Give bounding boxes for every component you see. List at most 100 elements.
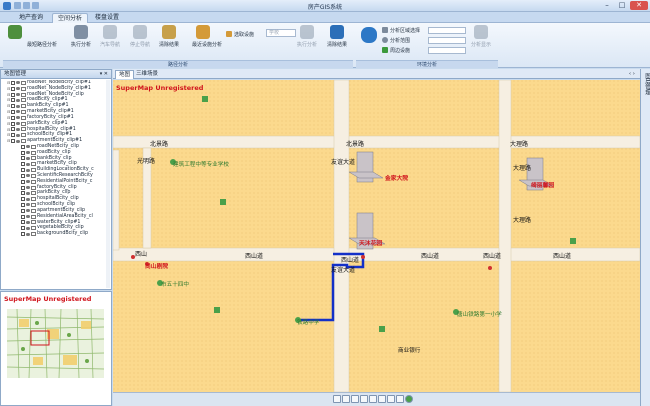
map-view[interactable]: SuperMap Unregistered 北景路 北景路 大理路 大理路 大理… [113, 80, 640, 392]
layer-checkbox[interactable] [21, 226, 25, 231]
layer-checkbox[interactable] [11, 127, 15, 132]
overview-map[interactable] [7, 309, 104, 378]
full-extent-icon[interactable] [369, 395, 377, 403]
layer-row[interactable]: backgroundBcity_clip [3, 231, 111, 237]
visibility-icon[interactable] [16, 122, 20, 126]
layer-checkbox[interactable] [21, 162, 25, 167]
layer-type-icon [21, 121, 26, 126]
map-watermark: SuperMap Unregistered [116, 84, 204, 92]
visibility-icon[interactable] [26, 232, 30, 236]
maximize-button[interactable]: □ [615, 1, 629, 10]
visibility-icon[interactable] [26, 191, 30, 195]
right-pane-label[interactable]: 图层管理 [642, 73, 650, 95]
layer-checkbox[interactable] [21, 179, 25, 184]
refresh-icon[interactable] [378, 395, 386, 403]
facility-type-select[interactable]: 学校 [266, 29, 296, 37]
map-canvas[interactable] [113, 80, 640, 392]
visibility-icon[interactable] [16, 133, 20, 137]
draw-icon[interactable] [396, 395, 404, 403]
visibility-icon[interactable] [26, 203, 30, 207]
car-nav-button[interactable]: 汽车导航 [99, 25, 121, 48]
layer-checkbox[interactable] [21, 173, 25, 178]
buffer-range-button[interactable]: 分析范围 [382, 36, 410, 44]
layer-checkbox[interactable] [21, 185, 25, 190]
tab-map[interactable]: 地图 [115, 70, 135, 79]
layer-checkbox[interactable] [21, 208, 25, 213]
layer-checkbox[interactable] [11, 109, 15, 114]
select-facility-button[interactable]: 选取设施 [226, 30, 254, 38]
tab-building-settings[interactable]: 楼盘设置 [90, 13, 124, 23]
stop-nav-button[interactable]: 停止导航 [129, 25, 151, 48]
layer-checkbox[interactable] [11, 98, 15, 103]
globe-button[interactable] [358, 27, 380, 43]
globe-small-icon[interactable] [405, 395, 413, 403]
visibility-icon[interactable] [26, 168, 30, 172]
clear-result-2-button[interactable]: 清除结果 [326, 25, 348, 48]
select-tool-icon[interactable] [333, 395, 341, 403]
layer-checkbox[interactable] [21, 156, 25, 161]
buffer-range-field[interactable] [428, 37, 466, 44]
surround-facility-button[interactable]: 周边设施 [382, 46, 410, 54]
visibility-icon[interactable] [26, 145, 30, 149]
visibility-icon[interactable] [26, 220, 30, 224]
layer-checkbox[interactable] [11, 115, 15, 120]
map-tab-arrows[interactable]: ‹ › [626, 70, 638, 79]
close-button[interactable]: ✕ [630, 1, 648, 10]
visibility-icon[interactable] [16, 116, 20, 120]
tab-property-query[interactable]: 地产查询 [14, 13, 48, 23]
visibility-icon[interactable] [16, 81, 20, 85]
layer-checkbox[interactable] [21, 144, 25, 149]
tab-spatial-analysis[interactable]: 空间分析 [52, 13, 89, 23]
layer-checkbox[interactable] [11, 80, 15, 85]
layer-checkbox[interactable] [11, 139, 15, 144]
zoom-in-icon[interactable] [342, 395, 350, 403]
visibility-icon[interactable] [26, 151, 30, 155]
visibility-icon[interactable] [16, 87, 20, 91]
exec-analysis-2-button[interactable]: 执行分析 [296, 25, 318, 48]
visibility-icon[interactable] [26, 215, 30, 219]
visibility-icon[interactable] [26, 180, 30, 184]
layer-checkbox[interactable] [21, 214, 25, 219]
visibility-icon[interactable] [26, 209, 30, 213]
layer-checkbox[interactable] [11, 133, 15, 138]
visibility-icon[interactable] [26, 174, 30, 178]
layer-checkbox[interactable] [21, 150, 25, 155]
buffer-select-field[interactable] [428, 27, 466, 34]
env-display-button[interactable]: 分析显示 [470, 25, 492, 48]
layer-checkbox[interactable] [21, 197, 25, 202]
visibility-icon[interactable] [16, 98, 20, 102]
exec-analysis-button[interactable]: 执行分析 [70, 25, 92, 48]
visibility-icon[interactable] [26, 156, 30, 160]
visibility-icon[interactable] [16, 93, 20, 97]
clear-result-button[interactable]: 清除结果 [158, 25, 180, 48]
near-facility-button[interactable]: 最近设施分析 [192, 25, 222, 48]
layer-checkbox[interactable] [11, 86, 15, 91]
visibility-icon[interactable] [26, 226, 30, 230]
layer-checkbox[interactable] [21, 232, 25, 237]
layer-checkbox[interactable] [11, 92, 15, 97]
layer-checkbox[interactable] [21, 220, 25, 225]
visibility-icon[interactable] [26, 162, 30, 166]
visibility-icon[interactable] [16, 104, 20, 108]
layer-panel: 地图管理 ▾ ✕ ⊟ roadNet_NodeBcity_clip#1 ⊟ roadN… [0, 69, 112, 290]
minimize-button[interactable]: – [600, 1, 614, 10]
layer-scrollbar[interactable] [106, 80, 110, 288]
pan-icon[interactable] [360, 395, 368, 403]
best-path-button[interactable] [5, 25, 25, 39]
visibility-icon[interactable] [16, 110, 20, 114]
panel-pin-icon[interactable]: ▾ ✕ [100, 70, 108, 79]
layer-checkbox[interactable] [21, 202, 25, 207]
tab-3d-scene[interactable]: 三维场景 [133, 70, 161, 79]
layer-checkbox[interactable] [11, 104, 15, 109]
visibility-icon[interactable] [26, 197, 30, 201]
layer-checkbox[interactable] [11, 121, 15, 126]
surround-facility-field[interactable] [428, 47, 466, 54]
measure-icon[interactable] [387, 395, 395, 403]
layer-checkbox[interactable] [21, 168, 25, 173]
zoom-out-icon[interactable] [351, 395, 359, 403]
visibility-icon[interactable] [26, 186, 30, 190]
buffer-select-button[interactable]: 分析区域选择 [382, 26, 420, 34]
visibility-icon[interactable] [16, 139, 20, 143]
visibility-icon[interactable] [16, 127, 20, 131]
layer-checkbox[interactable] [21, 191, 25, 196]
